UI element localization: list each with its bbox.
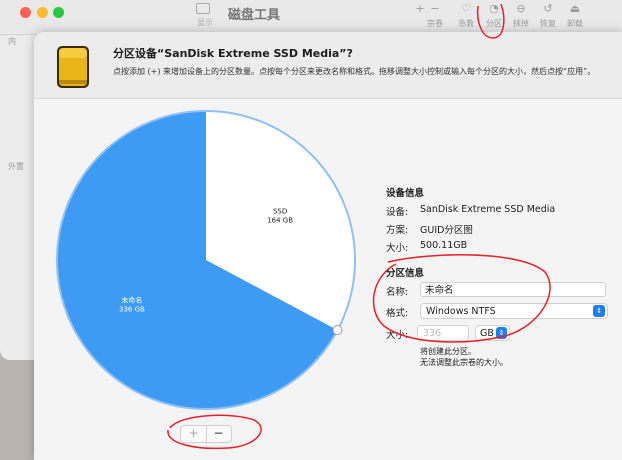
toolbar-label: 卸载	[567, 19, 583, 28]
partition-button[interactable]: ◔ 分区	[479, 3, 509, 29]
format-select[interactable]: Windows NTFS ⇕	[420, 303, 608, 319]
device-info-heading: 设备信息	[386, 188, 425, 199]
partition-sheet: 分区设备“SanDisk Extreme SSD Media”? 点按添加 (+…	[34, 32, 622, 460]
scheme-value: GUID分区图	[420, 225, 473, 236]
sidebar-view-icon[interactable]	[196, 3, 210, 14]
partition-info-heading: 分区信息	[386, 268, 425, 279]
toolbar-label: 急救	[458, 19, 474, 28]
toolbar-label: 恢复	[540, 19, 556, 28]
unmount-button[interactable]: ⏏ 卸载	[560, 3, 590, 29]
sheet-header: 分区设备“SanDisk Extreme SSD Media”? 点按添加 (+…	[34, 32, 622, 99]
erase-icon: ⊖	[516, 2, 526, 15]
partition-note-line: 无法调整此宗卷的大小。	[420, 358, 508, 367]
sheet-title: 分区设备“SanDisk Extreme SSD Media”?	[113, 47, 353, 60]
sheet-description: 点按添加 (+) 来增加设备上的分区数量。点按每个分区来更改名称和格式。拖移调整…	[113, 67, 596, 76]
sidebar-section-internal: 内	[8, 37, 16, 46]
size-value: 500.11GB	[420, 240, 468, 251]
minus-icon: −	[430, 2, 440, 15]
partition-pie[interactable]: SSD 164 GB 未命名 336 GB	[54, 108, 359, 413]
remove-volume-button[interactable]: − 宗卷	[420, 3, 450, 29]
size-label: 大小:	[386, 243, 409, 254]
device-value: SanDisk Extreme SSD Media	[420, 204, 556, 215]
chevron-updown-icon: ⇕	[593, 305, 605, 317]
window-title: 磁盘工具	[228, 8, 281, 23]
unmount-icon: ⏏	[569, 2, 581, 15]
remove-partition-button[interactable]: −	[206, 426, 231, 442]
pie-slice-name: 未命名	[121, 295, 142, 304]
partition-size-field[interactable]: 336	[417, 325, 469, 341]
resize-handle[interactable]	[332, 325, 343, 336]
partition-add-remove-control: + −	[180, 425, 232, 443]
sidebar-section-external: 外置	[8, 162, 24, 171]
first-aid-button[interactable]: ♡ 急救	[451, 3, 481, 29]
scheme-label: 方案:	[386, 225, 409, 236]
partition-note-line: 将创建此分区。	[420, 347, 476, 356]
minimize-window-button[interactable]	[37, 7, 48, 18]
partition-name-label: 名称:	[386, 287, 409, 298]
chevron-updown-icon: ⇕	[496, 327, 507, 339]
size-unit-select[interactable]: GB ⇕	[475, 325, 510, 341]
format-select-value: Windows NTFS	[426, 306, 496, 317]
toolbar: 显示 磁盘工具 + − 宗卷 ♡ 急救 ◔ 分区 ⊖ 抹掉 ↺ 恢复 ⏏ 卸载	[0, 0, 622, 35]
partition-size-label: 大小:	[386, 330, 409, 341]
view-label: 显示	[197, 18, 213, 27]
close-window-button[interactable]	[20, 7, 31, 18]
partition-name-field[interactable]: 未命名	[420, 282, 606, 297]
device-label: 设备:	[386, 207, 409, 218]
restore-button[interactable]: ↺ 恢复	[533, 3, 563, 29]
erase-button[interactable]: ⊖ 抹掉	[506, 3, 536, 29]
size-unit-value: GB	[480, 328, 494, 339]
pie-slice-size: 336 GB	[119, 305, 145, 313]
toolbar-label: 抹掉	[513, 19, 529, 28]
partition-pie-chart[interactable]: SSD164 GB 未命名336 GB	[54, 108, 359, 413]
toolbar-label: 宗卷	[427, 19, 443, 28]
pie-slice-name: SSD	[273, 208, 287, 216]
restore-icon: ↺	[543, 2, 553, 15]
partition-icon: ◔	[489, 2, 499, 15]
add-partition-button[interactable]: +	[181, 426, 207, 442]
zoom-window-button[interactable]	[53, 7, 64, 18]
external-drive-icon	[57, 46, 89, 88]
first-aid-icon: ♡	[461, 2, 471, 15]
pie-slice-size: 164 GB	[267, 217, 293, 225]
partition-format-label: 格式:	[386, 308, 409, 319]
toolbar-label: 分区	[486, 19, 502, 28]
